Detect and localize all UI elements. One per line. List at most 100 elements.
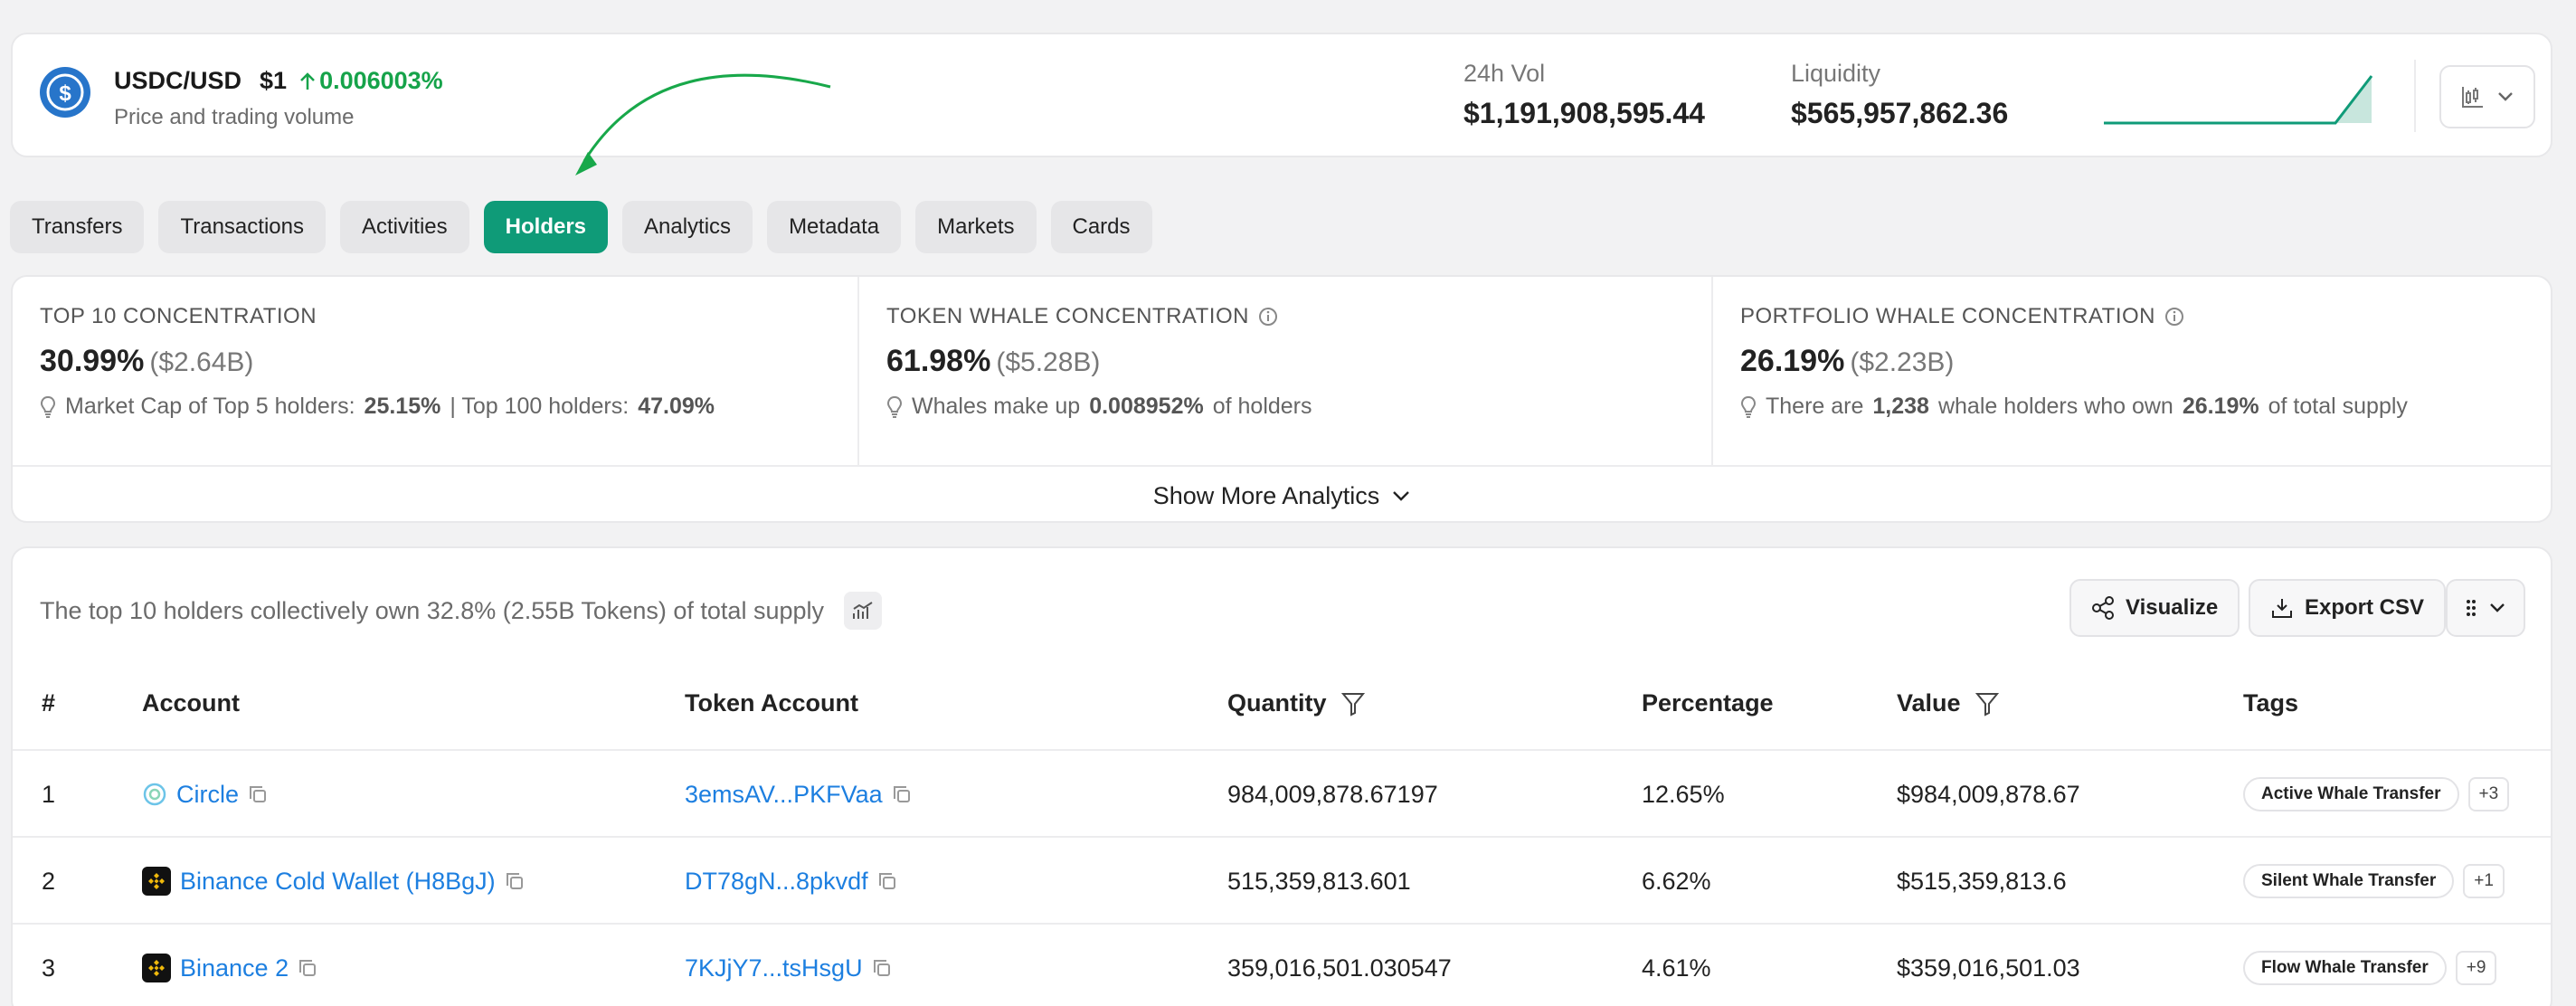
tags-cell: Flow Whale Transfer +9 [2243, 925, 2497, 1006]
tab-transactions[interactable]: Transactions [158, 201, 326, 253]
tab-activities[interactable]: Activities [339, 201, 469, 253]
value-cell: $515,359,813.6 [1897, 867, 2067, 895]
copy-icon[interactable] [872, 958, 892, 978]
token-whale-title-text: TOKEN WHALE CONCENTRATION [886, 304, 1249, 328]
column-account: Account [142, 689, 240, 717]
lightbulb-icon [886, 395, 903, 418]
portfolio-whale-concentration: PORTFOLIO WHALE CONCENTRATION 26.19% ($2.… [1711, 277, 2551, 465]
chart-type-dropdown[interactable] [2439, 65, 2535, 128]
visualize-button[interactable]: Visualize [2069, 579, 2240, 637]
column-value-label: Value [1897, 689, 1961, 717]
token-whale-note-end: of holders [1212, 394, 1312, 419]
token-whale-percent: 61.98% [886, 344, 991, 378]
token-account-cell: 7KJjY7...tsHsgU [685, 925, 892, 1006]
tab-analytics[interactable]: Analytics [622, 201, 753, 253]
more-tags-badge[interactable]: +1 [2463, 864, 2505, 898]
export-csv-label: Export CSV [2305, 595, 2425, 620]
holders-summary-text: The top 10 holders collectively own 32.8… [40, 596, 824, 624]
export-csv-button[interactable]: Export CSV [2249, 579, 2447, 637]
chevron-down-icon [2490, 603, 2505, 612]
tag-badge[interactable]: Active Whale Transfer [2243, 777, 2459, 811]
rank-cell: 3 [42, 954, 56, 982]
token-whale-title: TOKEN WHALE CONCENTRATION [886, 304, 1711, 329]
info-icon[interactable] [1258, 307, 1278, 327]
price-change: 0.006003% [299, 67, 443, 94]
column-value: Value [1897, 689, 1999, 717]
account-link[interactable]: Binance 2 [180, 954, 289, 982]
svg-text:$: $ [59, 81, 71, 106]
price-change-value: 0.006003% [319, 67, 443, 94]
drag-grid-icon [2467, 600, 2476, 616]
info-icon[interactable] [2164, 307, 2184, 327]
tags-cell: Silent Whale Transfer +1 [2243, 838, 2505, 925]
show-more-analytics-button[interactable]: Show More Analytics [13, 465, 2551, 521]
lightbulb-icon [40, 395, 56, 418]
rank-cell: 1 [42, 780, 56, 808]
filter-icon[interactable] [1340, 691, 1365, 717]
download-icon [2272, 599, 2292, 618]
holders-summary: The top 10 holders collectively own 32.8… [40, 592, 882, 630]
copy-icon[interactable] [892, 784, 912, 804]
portfolio-note-mid: whale holders who own [1937, 394, 2174, 419]
copy-icon[interactable] [505, 871, 525, 891]
volume-value: $1,191,908,595.44 [1463, 97, 1705, 129]
top10-title: TOP 10 CONCENTRATION [40, 304, 857, 329]
arrow-up-icon [300, 72, 315, 90]
share-nodes-icon [2092, 596, 2114, 620]
token-account-cell: 3emsAV...PKFVaa [685, 751, 912, 838]
tags-cell: Active Whale Transfer +3 [2243, 751, 2510, 838]
token-account-link[interactable]: 7KJjY7...tsHsgU [685, 954, 863, 982]
column-settings-dropdown[interactable] [2446, 579, 2525, 637]
token-account-link[interactable]: 3emsAV...PKFVaa [685, 781, 883, 809]
holders-table-card: The top 10 holders collectively own 32.8… [11, 546, 2552, 1006]
usdc-logo-icon: $ [40, 67, 90, 118]
portfolio-whale-value: 26.19% ($2.23B) [1740, 344, 2551, 379]
more-tags-badge[interactable]: +3 [2467, 777, 2510, 811]
column-tags: Tags [2243, 689, 2299, 717]
percentage-cell: 6.62% [1642, 867, 1711, 895]
top10-concentration: TOP 10 CONCENTRATION 30.99% ($2.64B) Mark… [13, 277, 857, 465]
volume-stat: 24h Vol $1,191,908,595.44 [1463, 60, 1705, 130]
tab-cards[interactable]: Cards [1050, 201, 1152, 253]
concentration-analytics: TOP 10 CONCENTRATION 30.99% ($2.64B) Mark… [11, 275, 2552, 523]
column-percentage: Percentage [1642, 689, 1774, 717]
top10-note: Market Cap of Top 5 holders: 25.15% | Top … [40, 394, 857, 420]
filter-icon[interactable] [1975, 691, 1999, 717]
candlestick-icon [2462, 87, 2483, 108]
binance-logo-icon [142, 954, 171, 982]
column-token-account: Token Account [685, 689, 859, 717]
quantity-cell: 984,009,878.67197 [1227, 780, 1438, 808]
tab-metadata[interactable]: Metadata [767, 201, 902, 253]
copy-icon[interactable] [298, 958, 317, 978]
token-account-link[interactable]: DT78gN...8pkvdf [685, 868, 868, 896]
liquidity-stat: Liquidity $565,957,862.36 [1791, 60, 2008, 130]
account-link[interactable]: Circle [176, 781, 239, 809]
tab-holders[interactable]: Holders [483, 201, 609, 253]
header-divider [2414, 60, 2416, 132]
price-value: $1 [260, 67, 288, 94]
account-cell: Circle [142, 751, 268, 838]
tag-badge[interactable]: Silent Whale Transfer [2243, 864, 2455, 898]
tag-badge[interactable]: Flow Whale Transfer [2243, 951, 2447, 985]
table-row: 3 Binance 2 7KJjY7...tsHsgU 359,016,501.… [13, 925, 2551, 1006]
pair-subtitle: Price and trading volume [114, 105, 355, 129]
column-quantity-label: Quantity [1227, 689, 1327, 717]
value-cell: $984,009,878.67 [1897, 780, 2080, 808]
lightbulb-icon [1740, 395, 1757, 418]
visualize-label: Visualize [2126, 595, 2219, 620]
copy-icon[interactable] [248, 784, 268, 804]
quantity-cell: 359,016,501.030547 [1227, 954, 1452, 982]
pair-line: USDC/USD $1 0.006003% [114, 67, 443, 95]
trend-chart-icon[interactable] [844, 592, 882, 630]
more-tags-badge[interactable]: +9 [2455, 951, 2497, 985]
tab-markets[interactable]: Markets [915, 201, 1037, 253]
token-whale-note: Whales make up 0.008952% of holders [886, 394, 1711, 420]
binance-logo-icon [142, 867, 171, 896]
tab-transfers[interactable]: Transfers [10, 201, 145, 253]
copy-icon[interactable] [877, 871, 897, 891]
volume-label: 24h Vol [1463, 60, 1546, 87]
chevron-down-icon [1393, 491, 1410, 501]
token-header: $ USDC/USD $1 0.006003% Price and trading … [11, 33, 2552, 157]
account-link[interactable]: Binance Cold Wallet (H8BgJ) [180, 868, 496, 896]
top10-amount: ($2.64B) [149, 347, 254, 377]
